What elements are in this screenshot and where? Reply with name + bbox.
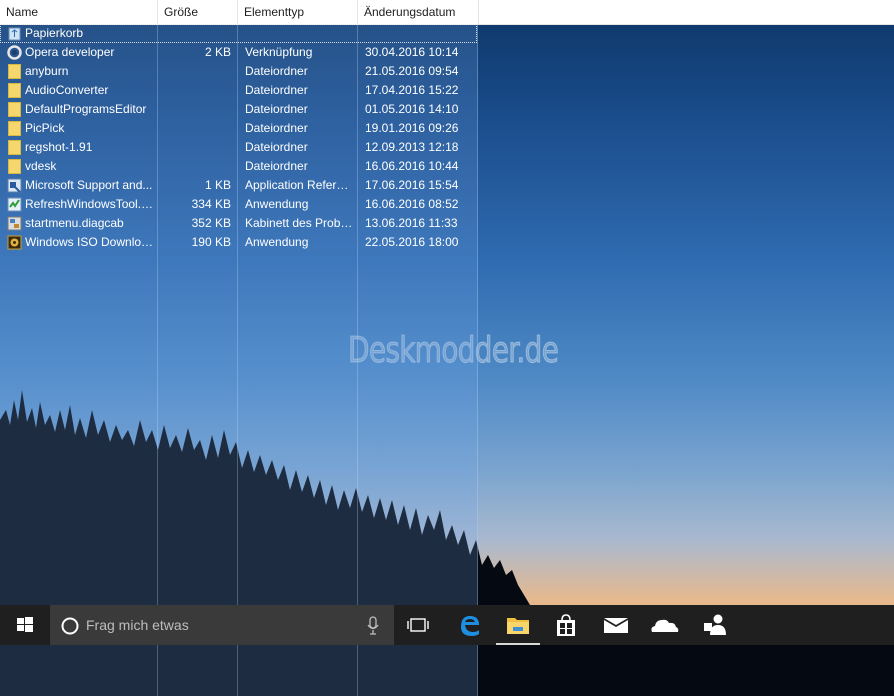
- file-date: 12.09.2013 12:18: [365, 140, 459, 154]
- mail-button[interactable]: [592, 605, 640, 645]
- file-size: 190 KB: [191, 235, 231, 249]
- file-row[interactable]: anyburn Dateiordner 21.05.2016 09:54: [0, 62, 478, 81]
- file-type: Verknüpfung: [245, 45, 313, 59]
- taskbar: Frag mich etwas: [0, 605, 894, 645]
- edge-icon: [461, 616, 479, 636]
- file-name: PicPick: [25, 121, 65, 135]
- file-name: DefaultProgramsEditor: [25, 102, 147, 116]
- diagcab-icon: [7, 216, 22, 231]
- start-icon: [17, 617, 33, 632]
- mail-icon: [604, 618, 628, 633]
- file-list: Papierkorb Opera developer 2 KB Verknüpf…: [0, 24, 478, 252]
- people-icon: [704, 614, 726, 635]
- file-date: 22.05.2016 18:00: [365, 235, 459, 249]
- file-name: vdesk: [25, 159, 57, 173]
- file-row[interactable]: regshot-1.91 Dateiordner 12.09.2013 12:1…: [0, 138, 478, 157]
- file-name: regshot-1.91: [25, 140, 93, 154]
- file-row[interactable]: Microsoft Support and... 1 KB Applicatio…: [0, 176, 478, 195]
- folder-icon: [7, 64, 22, 79]
- file-size: 1 KB: [204, 178, 231, 192]
- start-button[interactable]: [0, 605, 50, 645]
- file-type: Kabinett des Probl...: [245, 216, 353, 230]
- file-row[interactable]: startmenu.diagcab 352 KB Kabinett des Pr…: [0, 214, 478, 233]
- file-row-papierkorb[interactable]: Papierkorb: [0, 24, 477, 43]
- file-name: startmenu.diagcab: [25, 216, 124, 230]
- file-type: Anwendung: [245, 197, 309, 211]
- file-row[interactable]: RefreshWindowsTool.e... 334 KB Anwendung…: [0, 195, 478, 214]
- file-size: 334 KB: [191, 197, 231, 211]
- file-name: Windows ISO Downloa...: [25, 235, 155, 249]
- file-date: 21.05.2016 09:54: [365, 64, 459, 78]
- file-date: 16.06.2016 10:44: [365, 159, 459, 173]
- file-name: Microsoft Support and...: [25, 178, 153, 192]
- file-type: Dateiordner: [245, 83, 308, 97]
- file-date: 19.01.2016 09:26: [365, 121, 459, 135]
- file-explorer-icon: [507, 618, 529, 634]
- file-date: 01.05.2016 14:10: [365, 102, 459, 116]
- edge-button[interactable]: [446, 605, 494, 645]
- search-placeholder: Frag mich etwas: [86, 617, 189, 633]
- recycle-bin-icon: [7, 26, 22, 41]
- task-view-icon: [407, 618, 429, 632]
- folder-icon: [7, 102, 22, 117]
- file-type: Dateiordner: [245, 102, 308, 116]
- store-button[interactable]: [542, 605, 590, 645]
- file-explorer-button[interactable]: [494, 605, 542, 645]
- file-row[interactable]: vdesk Dateiordner 16.06.2016 10:44: [0, 157, 478, 176]
- folder-icon: [7, 83, 22, 98]
- file-name: anyburn: [25, 64, 69, 78]
- file-size: 2 KB: [204, 45, 231, 59]
- file-type: Dateiordner: [245, 121, 308, 135]
- column-header-type[interactable]: Elementtyp: [238, 0, 358, 24]
- microphone-icon[interactable]: [366, 616, 380, 636]
- file-row[interactable]: AudioConverter Dateiordner 17.04.2016 15…: [0, 81, 478, 100]
- refresh-tool-icon: [7, 197, 22, 212]
- file-size: 352 KB: [191, 216, 231, 230]
- column-header-name[interactable]: Name: [0, 0, 158, 24]
- file-type: Anwendung: [245, 235, 309, 249]
- file-name: AudioConverter: [25, 83, 109, 97]
- file-name: Opera developer: [25, 45, 115, 59]
- file-type: Dateiordner: [245, 140, 308, 154]
- people-button[interactable]: [690, 605, 738, 645]
- folder-icon: [7, 159, 22, 174]
- file-row[interactable]: Windows ISO Downloa... 190 KB Anwendung …: [0, 233, 478, 252]
- folder-icon: [7, 140, 22, 155]
- store-icon: [557, 614, 575, 636]
- file-type: Application Refere...: [245, 178, 353, 192]
- file-date: 16.06.2016 08:52: [365, 197, 459, 211]
- file-row[interactable]: DefaultProgramsEditor Dateiordner 01.05.…: [0, 100, 478, 119]
- application-reference-icon: [7, 178, 22, 193]
- file-type: Dateiordner: [245, 64, 308, 78]
- column-header-date[interactable]: Änderungsdatum: [358, 0, 479, 24]
- opera-icon: [7, 45, 22, 60]
- file-type: Dateiordner: [245, 159, 308, 173]
- details-header: Name Größe Elementtyp Änderungsdatum: [0, 0, 894, 25]
- iso-downloader-icon: [7, 235, 22, 250]
- search-box[interactable]: Frag mich etwas: [50, 605, 394, 645]
- file-date: 17.04.2016 15:22: [365, 83, 459, 97]
- file-date: 13.06.2016 11:33: [365, 216, 458, 230]
- file-name: RefreshWindowsTool.e...: [25, 197, 155, 211]
- file-date: 30.04.2016 10:14: [365, 45, 459, 59]
- file-date: 17.06.2016 15:54: [365, 178, 459, 192]
- file-row[interactable]: Opera developer 2 KB Verknüpfung 30.04.2…: [0, 43, 478, 62]
- file-row[interactable]: PicPick Dateiordner 19.01.2016 09:26: [0, 119, 478, 138]
- file-name: Papierkorb: [25, 26, 84, 40]
- cortana-icon: [61, 617, 79, 635]
- column-header-size[interactable]: Größe: [158, 0, 238, 24]
- onedrive-button[interactable]: [640, 605, 688, 645]
- task-view-button[interactable]: [394, 605, 442, 645]
- onedrive-icon: [651, 619, 679, 632]
- folder-icon: [7, 121, 22, 136]
